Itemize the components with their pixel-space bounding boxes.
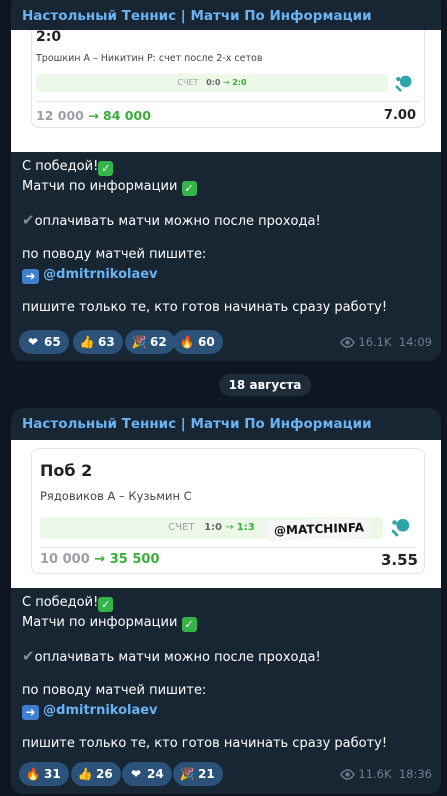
- stake-amount: 10 000 → 35 500: [40, 552, 160, 567]
- caption-line: по поводу матчей пишите:: [22, 683, 207, 698]
- party-popper-icon: 🎉: [179, 767, 195, 781]
- eye-icon: [340, 769, 356, 780]
- date-separator: 18 августа: [219, 374, 311, 396]
- caption-line: по поводу матчей пишите:: [22, 247, 207, 262]
- card-divider: [40, 547, 416, 548]
- caption-line: оплачивать матчи можно после прохода!: [34, 650, 321, 665]
- score-from: 0:0: [206, 78, 221, 87]
- score-to: 2:0: [232, 78, 247, 87]
- reaction-count: 24: [147, 767, 164, 781]
- caption-line: С победой!: [22, 595, 99, 610]
- reaction-count: 31: [44, 767, 61, 781]
- arrow-right-icon: →: [225, 522, 234, 533]
- watermark-label: @MATCHINFA: [267, 517, 371, 541]
- win-value: 84 000: [103, 108, 151, 123]
- reaction-count: 63: [98, 335, 115, 349]
- mention-link[interactable]: @dmitrnikolaev: [43, 703, 157, 718]
- arrow-right-icon: ➜: [22, 269, 39, 284]
- check-mark-icon: ✓: [98, 597, 114, 612]
- mention-link[interactable]: @dmitrnikolaev: [43, 267, 157, 282]
- bet-score: 2:0: [36, 30, 62, 45]
- channel-name[interactable]: Настольный Теннис | Матчи По Информации: [11, 408, 441, 440]
- arrow-right-icon: ➜: [22, 705, 39, 720]
- match-description: Рядовиков А – Кузьмин С: [40, 489, 192, 503]
- check-tick-icon: ✔: [22, 211, 35, 229]
- reaction-count: 21: [198, 767, 215, 781]
- card-divider: [36, 101, 420, 102]
- check-tick-icon: ✔: [22, 647, 35, 665]
- fire-icon: 🔥: [179, 335, 195, 349]
- caption-line: Матчи по информации: [22, 179, 178, 194]
- score-from: 1:0: [204, 522, 223, 533]
- reaction-count: 26: [96, 767, 113, 781]
- match-description: Трошкин А – Никитин Р: счет после 2-х се…: [36, 53, 263, 64]
- reaction-count: 60: [198, 335, 215, 349]
- check-mark-icon: ✓: [181, 181, 197, 196]
- caption-line: С победой!: [22, 159, 99, 174]
- post-time: 18:36: [398, 767, 432, 781]
- bet-card: Поб 2 Рядовиков А – Кузьмин С СЧЕТ 1:0 →…: [31, 448, 425, 574]
- channel-post-1[interactable]: Настольный Теннис | Матчи По Информации …: [11, 0, 441, 361]
- stake-amount: 12 000 → 84 000: [36, 108, 151, 123]
- bet-score: Поб 2: [40, 461, 93, 480]
- fire-icon: 🔥: [25, 767, 41, 781]
- arrow-right-icon: →: [222, 78, 230, 87]
- score-bar: СЧЕТ 0:0 → 2:0: [36, 74, 388, 92]
- reaction-fire[interactable]: 🔥 60: [173, 330, 223, 354]
- post-caption: С победой! ✓ Матчи по информации ✓ ✔оплач…: [11, 152, 441, 318]
- reaction-heart[interactable]: ❤ 65: [19, 330, 69, 354]
- score-label: СЧЕТ: [168, 522, 195, 533]
- heart-icon: ❤: [27, 335, 39, 349]
- table-tennis-icon: [391, 518, 410, 537]
- check-mark-icon: ✓: [181, 617, 197, 632]
- stake-value: 12 000: [36, 108, 84, 123]
- post-footer: ❤ 65 👍 63 🎉 62 🔥 60 16.1K 14:09: [11, 330, 441, 358]
- channel-name[interactable]: Настольный Теннис | Матчи По Информации: [11, 6, 441, 30]
- bet-card: 2:0 Трошкин А – Никитин Р: счет после 2-…: [31, 30, 425, 128]
- thumbs-up-icon: 👍: [79, 335, 95, 349]
- caption-line: оплачивать матчи можно после прохода!: [34, 214, 321, 229]
- view-count: 16.1K: [358, 335, 392, 349]
- reaction-thumbs-up[interactable]: 👍 26: [71, 762, 121, 786]
- reaction-thumbs-up[interactable]: 👍 63: [73, 330, 123, 354]
- odds-value: 7.00: [383, 108, 416, 123]
- arrow-right-icon: →: [88, 108, 99, 123]
- bet-slip-image[interactable]: 2:0 Трошкин А – Никитин Р: счет после 2-…: [11, 30, 441, 152]
- thumbs-up-icon: 👍: [77, 767, 93, 781]
- reaction-count: 65: [44, 335, 61, 349]
- post-footer: 🔥 31 👍 26 ❤ 24 🎉 21 11.6K 18:36: [11, 762, 441, 790]
- check-mark-icon: ✓: [98, 161, 114, 176]
- reaction-party[interactable]: 🎉 62: [125, 330, 175, 354]
- reaction-fire[interactable]: 🔥 31: [19, 762, 69, 786]
- channel-post-2[interactable]: Настольный Теннис | Матчи По Информации …: [11, 408, 441, 794]
- caption-line: Матчи по информации: [22, 615, 178, 630]
- stake-value: 10 000: [40, 552, 90, 567]
- reaction-heart[interactable]: ❤ 24: [122, 762, 172, 786]
- post-meta: 11.6K 18:36: [340, 767, 432, 781]
- caption-line: пишите только те, кто готов начинать сра…: [22, 300, 388, 315]
- post-meta: 16.1K 14:09: [340, 335, 432, 349]
- arrow-right-icon: →: [94, 552, 106, 567]
- reaction-party[interactable]: 🎉 21: [173, 762, 223, 786]
- table-tennis-icon: [395, 75, 412, 92]
- eye-icon: [340, 337, 356, 348]
- score-label: СЧЕТ: [177, 78, 199, 87]
- caption-line: пишите только те, кто готов начинать сра…: [22, 736, 388, 751]
- reaction-count: 62: [150, 335, 167, 349]
- post-time: 14:09: [398, 335, 432, 349]
- view-count: 11.6K: [358, 767, 392, 781]
- post-caption: С победой! ✓ Матчи по информации ✓ ✔оплач…: [11, 588, 441, 754]
- party-popper-icon: 🎉: [131, 335, 147, 349]
- score-to: 1:3: [236, 522, 255, 533]
- win-value: 35 500: [109, 552, 160, 567]
- bet-slip-image[interactable]: Поб 2 Рядовиков А – Кузьмин С СЧЕТ 1:0 →…: [11, 440, 441, 588]
- heart-icon: ❤: [130, 767, 142, 781]
- odds-value: 3.55: [380, 551, 418, 569]
